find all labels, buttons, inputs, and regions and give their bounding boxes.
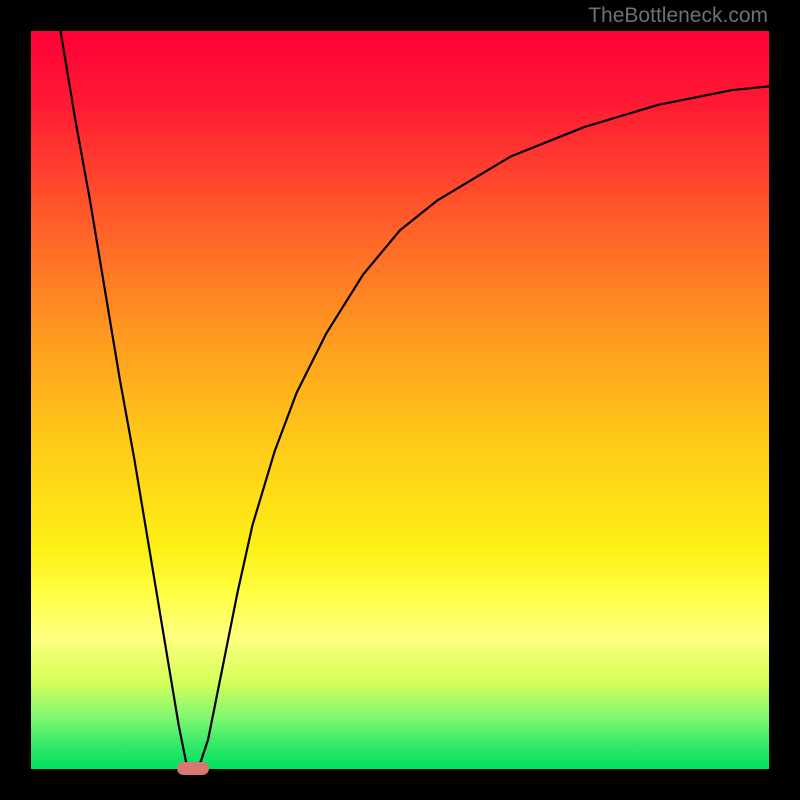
optimal-marker bbox=[177, 762, 209, 775]
bottleneck-curve bbox=[31, 31, 769, 769]
chart-frame: TheBottleneck.com bbox=[0, 0, 800, 800]
watermark-text: TheBottleneck.com bbox=[588, 4, 768, 28]
plot-area bbox=[31, 31, 769, 769]
